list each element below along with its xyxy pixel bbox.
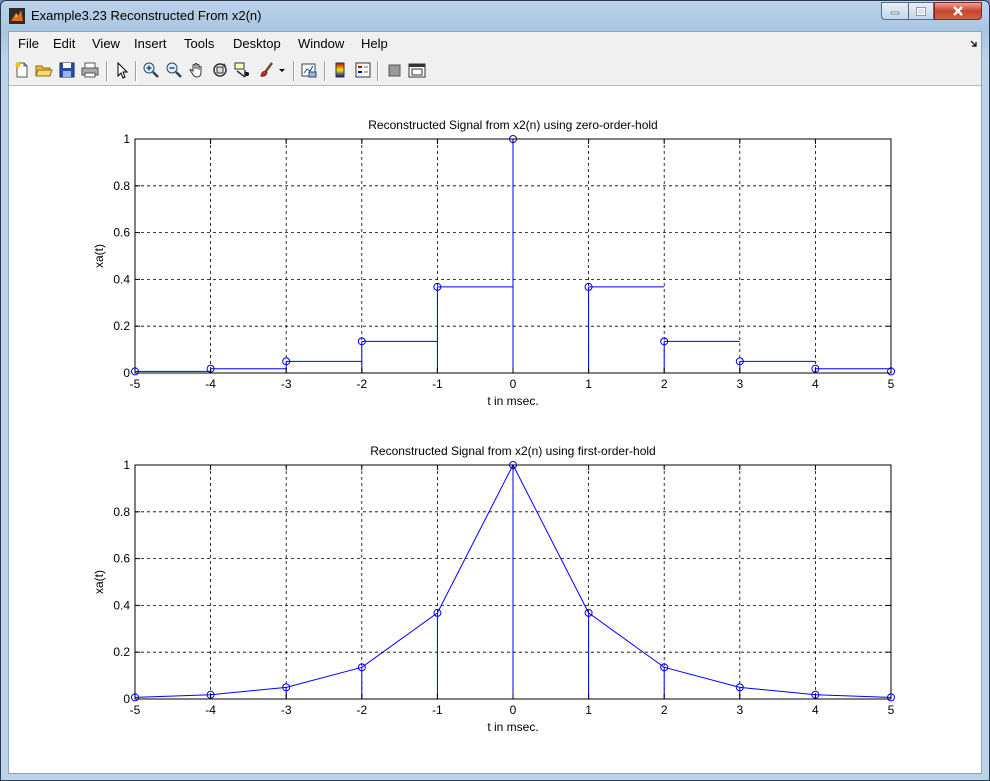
minimize-button[interactable]: [881, 2, 908, 20]
brush-dropdown-icon[interactable]: [278, 61, 286, 79]
x-tick-label: -1: [432, 377, 443, 391]
toolbar-separator: [106, 61, 108, 81]
x-tick-label: 2: [661, 703, 668, 717]
x-tick-label: 2: [661, 377, 668, 391]
y-axis-label: xa(t): [92, 570, 106, 594]
menu-file[interactable]: File: [18, 36, 39, 51]
menu-tools[interactable]: Tools: [184, 36, 214, 51]
x-axis-label: t in msec.: [487, 720, 538, 734]
pan-hand-icon[interactable]: [188, 61, 206, 79]
y-tick-label: 0.6: [113, 226, 130, 240]
x-tick-label: -4: [205, 377, 216, 391]
open-file-icon[interactable]: [35, 61, 53, 79]
y-tick-label: 0.8: [113, 179, 130, 193]
toolbar-separator: [377, 61, 379, 81]
zoom-in-icon[interactable]: [142, 61, 160, 79]
menu-window[interactable]: Window: [298, 36, 344, 51]
axes-zero-order-hold: -5 -4 -3 -2 -1 0 1 2 3 4 5 0 0.2 0.4 0.6 0.8 1 Reconstruc…: [92, 118, 895, 408]
title-bar[interactable]: Example3.23 Reconstructed From x2(n): [1, 1, 989, 31]
x-tick-label: 5: [888, 703, 895, 717]
close-button[interactable]: [934, 2, 982, 20]
zoom-out-icon[interactable]: [165, 61, 183, 79]
y-tick-label: 0.4: [113, 272, 130, 286]
y-tick-label: 0.2: [113, 645, 130, 659]
x-tick-label: 4: [812, 377, 819, 391]
plot-area: -5 -4 -3 -2 -1 0 1 2 3 4 5 0 0.2 0.4 0.6 0.8 1 Reconstruc…: [92, 118, 895, 734]
x-tick-label: -2: [356, 377, 367, 391]
new-figure-icon[interactable]: [13, 61, 31, 79]
insert-colorbar-icon[interactable]: [331, 61, 349, 79]
figure-window: Example3.23 Reconstructed From x2(n) Fil…: [0, 0, 990, 781]
menu-edit[interactable]: Edit: [53, 36, 75, 51]
edit-plot-arrow-icon[interactable]: [113, 61, 131, 79]
insert-legend-icon[interactable]: [354, 61, 372, 79]
x-tick-label: 3: [736, 377, 743, 391]
x-tick-label: 3: [736, 703, 743, 717]
dock-arrow-icon[interactable]: [970, 40, 978, 48]
y-tick-label: 0.8: [113, 505, 130, 519]
x-tick-label: 0: [510, 377, 517, 391]
y-tick-label: 1: [123, 132, 130, 146]
print-icon[interactable]: [81, 61, 99, 79]
minimize-icon: [890, 11, 900, 15]
x-tick-label: -2: [356, 703, 367, 717]
x-tick-label: 4: [812, 703, 819, 717]
y-tick-label: 0.4: [113, 598, 130, 612]
y-axis-label: xa(t): [92, 244, 106, 268]
data-cursor-icon[interactable]: [234, 61, 252, 79]
close-icon: [953, 6, 963, 16]
y-tick-label: 0.2: [113, 319, 130, 333]
x-tick-label: -5: [130, 377, 141, 391]
chart-title: Reconstructed Signal from x2(n) using fi…: [370, 444, 655, 458]
menu-desktop[interactable]: Desktop: [233, 36, 281, 51]
toolbar-separator: [293, 61, 295, 81]
x-tick-label: -3: [281, 377, 292, 391]
maximize-button[interactable]: [908, 2, 934, 20]
menu-help[interactable]: Help: [361, 36, 388, 51]
save-icon[interactable]: [58, 61, 76, 79]
menu-insert[interactable]: Insert: [134, 36, 167, 51]
client-area: File Edit View Insert Tools Desktop Wind…: [8, 31, 982, 774]
x-tick-label: 0: [510, 703, 517, 717]
figure-canvas: -5 -4 -3 -2 -1 0 1 2 3 4 5 0 0.2 0.4 0.6 0.8 1 Reconstruc…: [9, 86, 981, 773]
x-tick-label: 1: [585, 703, 592, 717]
x-tick-label: -1: [432, 703, 443, 717]
toolbar: [9, 56, 981, 86]
x-tick-label: -4: [205, 703, 216, 717]
x-axis-label: t in msec.: [487, 394, 538, 408]
matlab-app-icon: [9, 8, 25, 24]
x-tick-label: -3: [281, 703, 292, 717]
brush-icon[interactable]: [258, 61, 276, 79]
rotate-3d-icon[interactable]: [211, 61, 229, 79]
hide-plot-tools-icon[interactable]: [386, 61, 404, 79]
menu-bar: File Edit View Insert Tools Desktop Wind…: [9, 32, 981, 56]
x-tick-label: 1: [585, 377, 592, 391]
chart-title: Reconstructed Signal from x2(n) using ze…: [368, 118, 657, 132]
maximize-icon: [916, 6, 926, 16]
y-tick-label: 0: [123, 692, 130, 706]
y-tick-label: 0.6: [113, 552, 130, 566]
show-plot-tools-icon[interactable]: [408, 61, 426, 79]
x-tick-label: 5: [888, 377, 895, 391]
y-tick-label: 0: [123, 366, 130, 380]
window-title: Example3.23 Reconstructed From x2(n): [31, 8, 262, 23]
x-tick-label: -5: [130, 703, 141, 717]
toolbar-separator: [324, 61, 326, 81]
link-plot-icon[interactable]: [300, 61, 318, 79]
menu-view[interactable]: View: [92, 36, 120, 51]
y-tick-label: 1: [123, 458, 130, 472]
toolbar-separator: [135, 61, 137, 81]
axes-first-order-hold: -5 -4 -3 -2 -1 0 1 2 3 4 5 0 0.2 0.4 0.6 0.8 1 Reconstruc…: [92, 444, 895, 734]
